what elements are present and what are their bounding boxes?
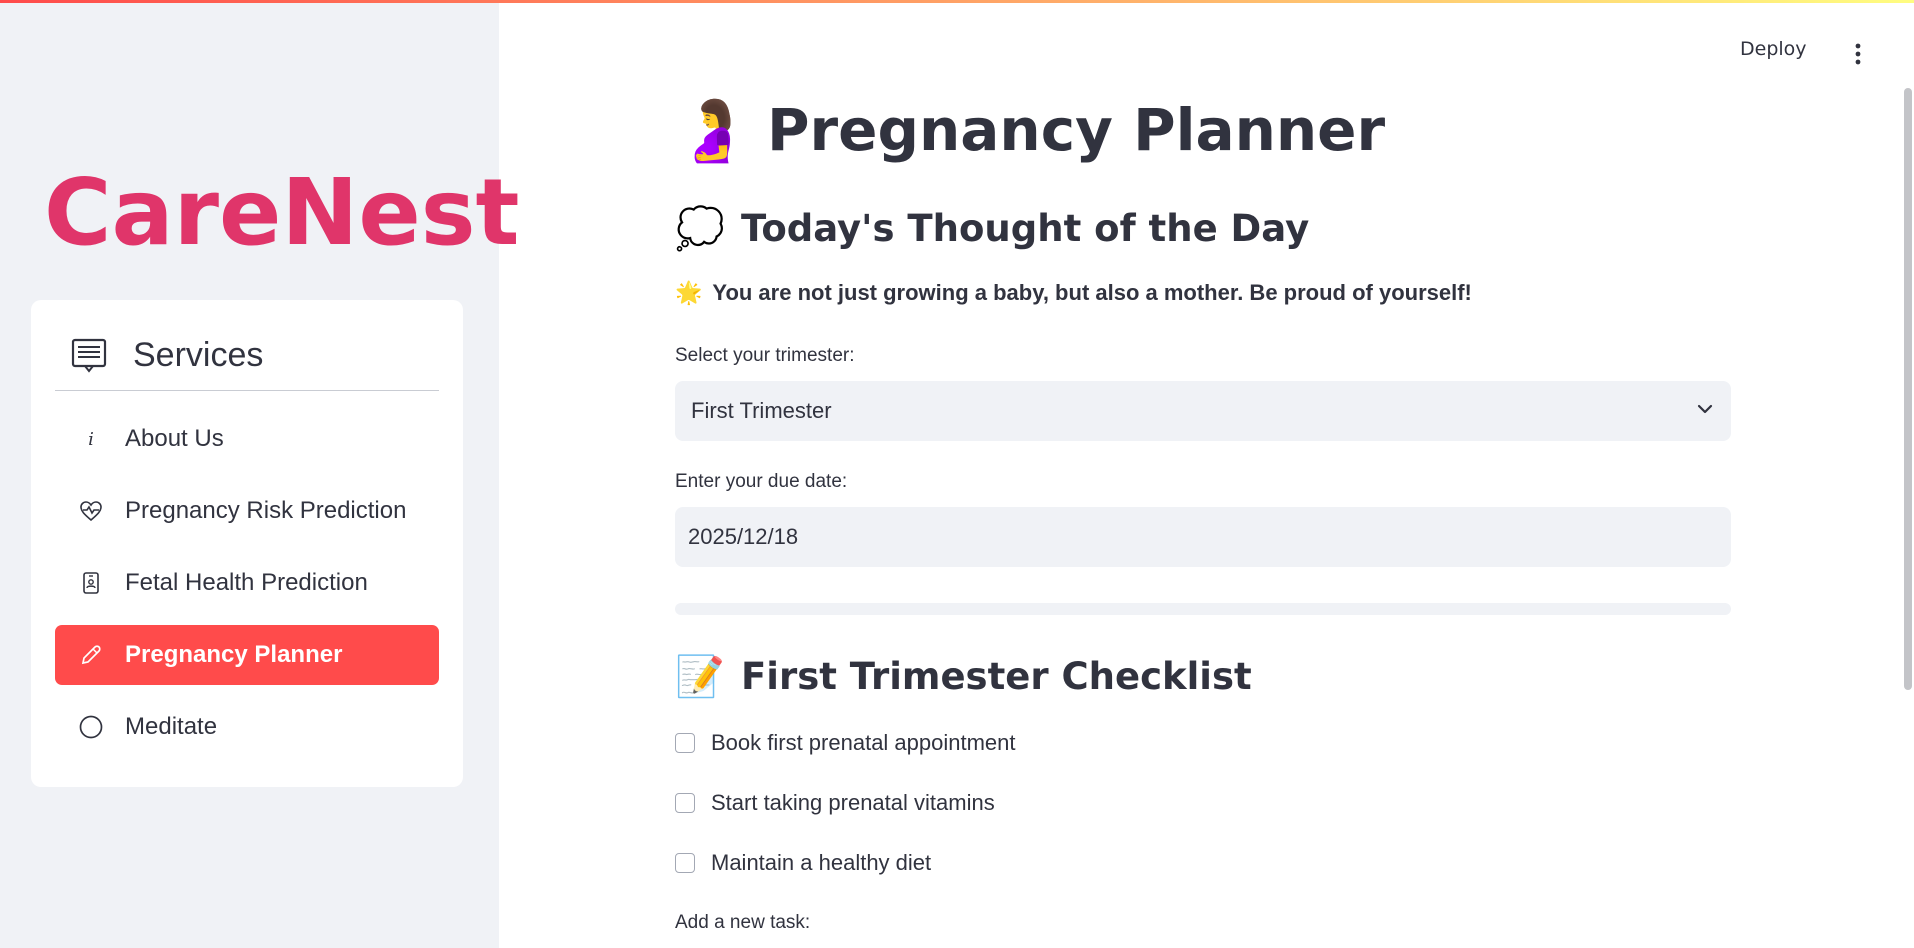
checklist-heading-row: 📝 First Trimester Checklist <box>675 648 1252 704</box>
page-title: Pregnancy Planner <box>767 96 1386 164</box>
pencil-icon <box>79 643 103 667</box>
checklist-heading: First Trimester Checklist <box>741 654 1252 698</box>
trimester-select[interactable]: First Trimester <box>675 381 1731 441</box>
sidebar-item-label: Pregnancy Risk Prediction <box>125 497 407 524</box>
thought-heading: Today's Thought of the Day <box>741 206 1310 250</box>
due-date-input[interactable]: 2025/12/18 <box>675 507 1731 567</box>
scrollbar[interactable] <box>1904 88 1912 690</box>
checkbox[interactable] <box>675 853 695 873</box>
sidebar-item-label: Meditate <box>125 713 218 740</box>
checkbox[interactable] <box>675 793 695 813</box>
sidebar-item-label: Pregnancy Planner <box>125 641 343 668</box>
memo-icon: 📝 <box>675 654 725 699</box>
top-decoration-bar <box>0 0 1914 3</box>
heart-pulse-icon <box>79 499 103 523</box>
checklist-item-label: Maintain a healthy diet <box>711 850 932 875</box>
checklist-progress-bar <box>675 603 1731 615</box>
kebab-icon[interactable] <box>1848 42 1868 66</box>
sidebar-item-label: Fetal Health Prediction <box>125 569 368 596</box>
brand-title: CareNest <box>44 159 520 266</box>
thought-heading-row: 💭 Today's Thought of the Day <box>675 200 1309 256</box>
deploy-button[interactable]: Deploy <box>1740 38 1807 60</box>
info-icon: i <box>88 428 94 450</box>
sidebar-item-pregnancy-planner[interactable]: Pregnancy Planner <box>55 625 439 685</box>
sidebar-item-meditate[interactable]: Meditate <box>55 697 439 757</box>
trimester-label: Select your trimester: <box>675 345 855 366</box>
services-menu: Services i About Us Pregnancy Risk Predi… <box>31 300 463 787</box>
quote-text: You are not just growing a baby, but als… <box>712 280 1472 305</box>
checklist-item-label: Book first prenatal appointment <box>711 730 1016 755</box>
sidebar-item-fetal-health-prediction[interactable]: Fetal Health Prediction <box>55 553 439 613</box>
sidebar-item-pregnancy-risk-prediction[interactable]: Pregnancy Risk Prediction <box>55 481 439 541</box>
checklist-item[interactable]: Book first prenatal appointment <box>675 728 1016 758</box>
checklist-item-label: Start taking prenatal vitamins <box>711 790 995 815</box>
chevron-down-icon <box>1695 399 1715 424</box>
due-date-label: Enter your due date: <box>675 471 848 492</box>
star-icon: 🌟 <box>675 280 703 305</box>
checklist-item[interactable]: Start taking prenatal vitamins <box>675 788 995 818</box>
trimester-selected-value: First Trimester <box>691 398 832 423</box>
card-list-icon <box>71 337 107 373</box>
sidebar: CareNest Services i About Us Pregnancy R… <box>0 0 520 948</box>
pregnant-woman-emoji-icon: 🤰 <box>675 96 750 164</box>
page-title-row: 🤰 Pregnancy Planner <box>675 90 1385 170</box>
daily-quote: 🌟 You are not just growing a baby, but a… <box>675 280 1472 306</box>
checklist-item[interactable]: Maintain a healthy diet <box>675 848 931 878</box>
menu-header: Services <box>55 320 439 391</box>
add-task-label: Add a new task: <box>675 912 811 933</box>
sidebar-item-label: About Us <box>125 425 224 452</box>
menu-title: Services <box>133 335 264 374</box>
circle-icon <box>79 715 103 739</box>
person-badge-icon <box>79 571 103 595</box>
sidebar-item-about-us[interactable]: i About Us <box>55 409 439 469</box>
checkbox[interactable] <box>675 733 695 753</box>
thought-bubble-icon: 💭 <box>675 206 725 251</box>
